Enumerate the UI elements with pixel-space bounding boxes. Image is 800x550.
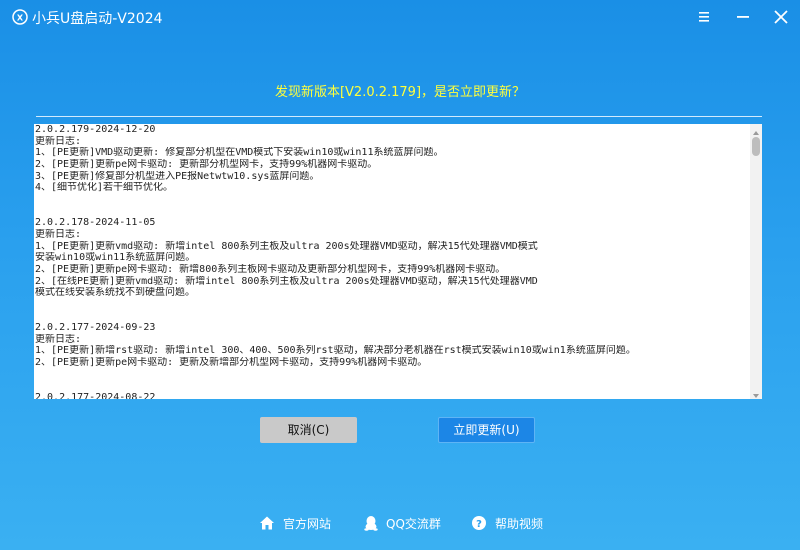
menu-icon[interactable] bbox=[693, 6, 715, 28]
help-video-link[interactable]: ? 帮助视频 bbox=[471, 514, 543, 532]
changelog-line: 更新日志: bbox=[35, 333, 82, 345]
qq-group-label: QQ交流群 bbox=[386, 516, 441, 531]
changelog-line: 1、[PE更新]更新vmd驱动: 新增intel 800系列主板及ultra 2… bbox=[35, 240, 538, 252]
changelog-line bbox=[35, 194, 750, 217]
changelog-line bbox=[35, 299, 750, 322]
svg-text:X: X bbox=[17, 14, 24, 23]
changelog-line: 2、[在线PE更新]更新vmd驱动: 新增intel 800系列主板及ultra… bbox=[35, 275, 538, 287]
changelog-line: 1、[PE更新]VMD驱动更新: 修复部分机型在VMD模式下安装win10或wi… bbox=[35, 147, 444, 159]
changelog-line: 3、[PE更新]修复部分机型进入PE报Netwtw10.sys蓝屏问题。 bbox=[35, 170, 320, 182]
qq-penguin-icon bbox=[364, 516, 378, 531]
minimize-icon[interactable] bbox=[732, 6, 754, 28]
help-video-label: 帮助视频 bbox=[495, 516, 544, 531]
changelog-line: 2、[PE更新]更新pe网卡驱动: 更新及新增部分机型网卡驱动，支持99%机器网… bbox=[35, 357, 428, 368]
cancel-button[interactable]: 取消(C) bbox=[260, 417, 357, 443]
update-now-button[interactable]: 立即更新(U) bbox=[438, 417, 535, 443]
update-available-message: 发现新版本[V2.0.2.179]，是否立即更新？ bbox=[274, 85, 526, 100]
home-icon bbox=[260, 516, 274, 530]
window-title: 小兵U盘启动-V2024 bbox=[32, 11, 163, 27]
scroll-up-icon[interactable] bbox=[750, 124, 762, 136]
changelog-line: 更新日志: bbox=[35, 135, 82, 147]
changelog-line: 1、[PE更新]新增rst驱动: 新增intel 300、400、500系列rs… bbox=[35, 345, 636, 357]
scroll-down-icon[interactable] bbox=[750, 387, 762, 399]
scrollbar[interactable] bbox=[750, 124, 762, 399]
title-bar: X 小兵U盘启动-V2024 bbox=[0, 0, 800, 34]
footer: 官方网站 QQ交流群 ? 帮助视频 bbox=[0, 514, 800, 534]
changelog-line: 2、[PE更新]更新pe网卡驱动: 新增800系列主板网卡驱动及更新部分机型网卡… bbox=[35, 263, 506, 275]
changelog-text: 2.0.2.179-2024-12-20 更新日志: 1、[PE更新]VMD驱动更新… bbox=[34, 124, 752, 399]
changelog-line: 2.0.2.177-2024-09-23 bbox=[35, 321, 156, 333]
changelog-box[interactable]: 2.0.2.179-2024-12-20 更新日志: 1、[PE更新]VMD驱动更新… bbox=[34, 124, 762, 399]
changelog-line: 2.0.2.179-2024-12-20 bbox=[35, 124, 156, 135]
qq-group-link[interactable]: QQ交流群 bbox=[364, 514, 441, 532]
changelog-line: 模式在线安装系统找不到硬盘问题。 bbox=[35, 287, 195, 299]
divider bbox=[36, 116, 762, 117]
changelog-line bbox=[35, 369, 750, 392]
changelog-line: 4、[细节优化]若干细节优化。 bbox=[35, 182, 174, 194]
close-icon[interactable] bbox=[770, 6, 792, 28]
official-site-link[interactable]: 官方网站 bbox=[259, 514, 331, 532]
changelog-line: 2.0.2.178-2024-11-05 bbox=[35, 217, 156, 229]
svg-text:?: ? bbox=[476, 519, 482, 530]
changelog-line: 2.0.2.177-2024-08-22 bbox=[35, 391, 156, 399]
scroll-thumb[interactable] bbox=[752, 137, 760, 156]
app-logo-icon: X bbox=[12, 9, 28, 25]
changelog-line: 安装win10或win11系统蓝屏问题。 bbox=[35, 252, 196, 264]
help-icon: ? bbox=[472, 516, 486, 530]
changelog-line: 更新日志: bbox=[35, 228, 82, 240]
changelog-line: 2、[PE更新]更新pe网卡驱动: 更新部分机型网卡，支持99%机器网卡驱动。 bbox=[35, 159, 378, 171]
official-site-label: 官方网站 bbox=[283, 516, 332, 531]
